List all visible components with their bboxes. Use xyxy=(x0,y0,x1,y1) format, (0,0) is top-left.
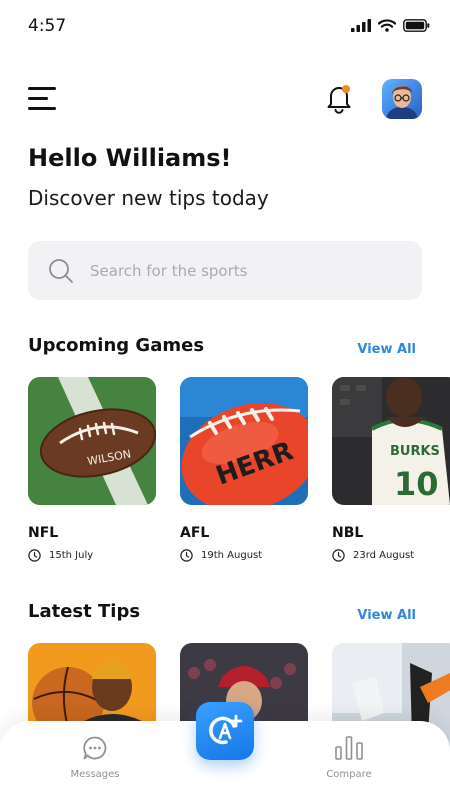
status-bar: 4:57 xyxy=(0,0,450,52)
american-football-image: WILSON xyxy=(28,377,156,505)
search-bar[interactable] xyxy=(28,241,422,300)
hamburger-line xyxy=(28,97,48,100)
game-card-nbl[interactable]: BURKS 10 NBL 23rd August xyxy=(332,377,450,562)
status-time: 4:57 xyxy=(28,16,67,36)
game-name: AFL xyxy=(180,525,210,541)
chat-bubble-icon xyxy=(83,736,107,760)
greeting-subtitle: Discover new tips today xyxy=(28,186,269,210)
basketball-player-image: BURKS 10 xyxy=(332,377,450,505)
afl-football-image: HERR xyxy=(180,377,308,505)
nav-messages[interactable]: Messages xyxy=(55,735,135,780)
upcoming-games-list: WILSON NFL 15th July HERR AFL 19th Augus… xyxy=(28,377,450,562)
game-name: NFL xyxy=(28,525,59,541)
bell-icon xyxy=(327,85,351,114)
upcoming-games-title: Upcoming Games xyxy=(28,335,205,356)
battery-icon xyxy=(403,19,430,32)
svg-text:BURKS: BURKS xyxy=(390,444,440,459)
menu-button[interactable] xyxy=(28,87,56,111)
user-avatar[interactable] xyxy=(382,79,422,119)
cellular-signal-icon xyxy=(351,19,371,32)
svg-text:10: 10 xyxy=(394,465,439,503)
game-card-afl[interactable]: HERR AFL 19th August xyxy=(180,377,308,562)
game-date-text: 15th July xyxy=(49,550,94,561)
notification-button[interactable] xyxy=(325,82,353,114)
nav-compare-label: Compare xyxy=(326,769,372,780)
notification-dot xyxy=(342,85,350,93)
clock-icon xyxy=(332,549,345,562)
search-icon xyxy=(49,259,73,283)
status-icons xyxy=(351,19,430,32)
hamburger-menu-icon xyxy=(28,87,56,90)
nav-compare[interactable]: Compare xyxy=(309,735,389,780)
game-name: NBL xyxy=(332,525,364,541)
bar-chart-icon xyxy=(335,736,363,760)
game-date: 19th August xyxy=(180,549,308,562)
clock-icon xyxy=(28,549,41,562)
game-card-nfl[interactable]: WILSON NFL 15th July xyxy=(28,377,156,562)
game-date-text: 23rd August xyxy=(353,550,415,561)
tips-fab-button[interactable] xyxy=(196,702,254,760)
avatar-image xyxy=(382,79,422,119)
hamburger-line xyxy=(28,107,56,110)
greeting-title: Hello Williams! xyxy=(28,144,232,172)
top-header xyxy=(0,76,450,124)
game-date: 23rd August xyxy=(332,549,450,562)
tips-ai-plus-icon xyxy=(209,714,243,745)
game-date-text: 19th August xyxy=(201,550,263,561)
latest-tips-view-all-link[interactable]: View All xyxy=(357,608,416,623)
game-date: 15th July xyxy=(28,549,156,562)
wifi-icon xyxy=(378,19,396,32)
clock-icon xyxy=(180,549,193,562)
latest-tips-title: Latest Tips xyxy=(28,601,141,622)
nav-messages-label: Messages xyxy=(70,769,120,780)
search-input[interactable] xyxy=(90,241,410,300)
upcoming-view-all-link[interactable]: View All xyxy=(357,342,416,357)
